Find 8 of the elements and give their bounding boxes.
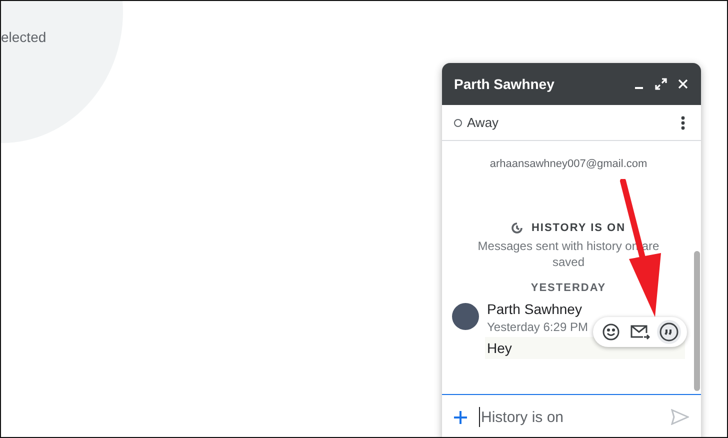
chat-title: Parth Sawhney: [454, 76, 556, 92]
sender-name: Parth Sawhney: [487, 301, 583, 317]
day-divider: YESTERDAY: [530, 282, 606, 294]
message-time: Yesterday 6:29 PM: [487, 320, 588, 334]
selected-label: elected: [1, 29, 46, 45]
contact-email: arhaansawhney007@gmail.com: [490, 158, 648, 170]
history-title: HISTORY IS ON: [531, 222, 626, 234]
status-label[interactable]: Away: [467, 115, 669, 130]
